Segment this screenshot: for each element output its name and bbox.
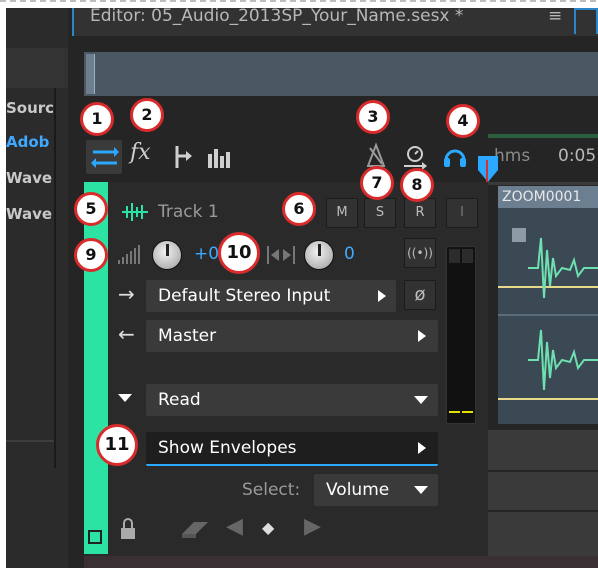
add-keyframe-icon[interactable]: ◆ <box>262 518 274 537</box>
lock-icon[interactable] <box>116 516 142 542</box>
envelopes-chevron-icon <box>418 442 426 454</box>
callout-1: 1 <box>80 102 114 136</box>
callout-4: 4 <box>446 104 480 138</box>
pan-icon <box>267 246 295 264</box>
previous-keyframe-icon[interactable]: ◀ <box>226 514 243 539</box>
callout-8: 8 <box>400 168 434 202</box>
select-chevron-icon <box>414 486 428 494</box>
fx-icon[interactable]: fx <box>130 140 151 165</box>
editor-tab-active[interactable] <box>574 8 598 34</box>
overview-bar[interactable] <box>84 52 598 96</box>
automation-chevron-icon <box>414 396 428 404</box>
panel-menu-icon[interactable]: ≡ <box>548 6 562 26</box>
solo-button[interactable]: S <box>364 198 396 228</box>
file-item-wave-2[interactable]: Wave <box>6 202 54 226</box>
show-envelopes-label: Show Envelopes <box>158 438 297 458</box>
files-panel: Sourc Adob Wave Wave <box>6 8 68 568</box>
waveform-track-icon <box>122 203 148 221</box>
volume-icon <box>118 245 140 264</box>
track-name[interactable]: Track 1 <box>158 202 219 222</box>
volume-knob[interactable] <box>152 240 182 270</box>
broadcast-icon: ((•)) <box>407 246 433 260</box>
mute-button[interactable]: M <box>326 198 358 228</box>
phase-icon: ø <box>414 284 426 305</box>
eraser-icon[interactable] <box>180 518 210 540</box>
callout-3: 3 <box>356 100 390 134</box>
record-arm-button[interactable]: R <box>404 198 436 228</box>
monitor-input-button[interactable]: I <box>446 198 478 228</box>
callout-9: 9 <box>74 238 108 272</box>
callout-6: 6 <box>282 192 316 226</box>
callout-2: 2 <box>130 98 164 132</box>
volume-value[interactable]: +0 <box>194 244 219 264</box>
ruler-divider <box>488 182 598 185</box>
phase-invert-button[interactable]: ø <box>404 280 436 310</box>
eq-icon[interactable] <box>206 146 230 168</box>
input-arrow-icon: → <box>118 282 135 306</box>
callout-10: 10 <box>218 232 260 274</box>
time-tick-label: 0:05 <box>558 146 597 166</box>
waveform-display <box>512 228 598 391</box>
stereo-balance-button[interactable]: ((•)) <box>404 238 436 268</box>
panel-header <box>6 48 68 88</box>
next-track-strip <box>84 556 598 568</box>
envelope-lanes <box>488 430 598 556</box>
editor-tab-title[interactable]: Editor: 05_Audio_2013SP_Your_Name.sesx * <box>90 6 463 26</box>
pan-knob[interactable] <box>304 240 334 270</box>
input-chevron-icon <box>378 290 386 302</box>
file-item-adobe[interactable]: Adob <box>6 130 54 154</box>
file-item-source[interactable]: Sourc <box>6 96 54 120</box>
playhead-icon[interactable] <box>476 154 500 184</box>
automation-mode-value: Read <box>158 390 201 410</box>
callout-5: 5 <box>74 192 108 226</box>
headphones-icon[interactable] <box>442 144 468 168</box>
automation-collapse-icon[interactable] <box>118 394 132 402</box>
swap-io-icon[interactable] <box>90 144 120 170</box>
clip-title[interactable]: ZOOM0001 <box>498 186 598 208</box>
track-level-meter <box>446 246 476 424</box>
output-arrow-icon: ← <box>118 322 135 346</box>
output-value: Master <box>158 326 217 346</box>
callout-7: 7 <box>360 166 394 200</box>
callout-11: 11 <box>96 424 138 466</box>
zoom-navigator[interactable] <box>488 134 598 138</box>
sends-icon[interactable] <box>172 144 194 170</box>
next-keyframe-icon[interactable]: ▶ <box>304 514 321 539</box>
output-chevron-icon <box>418 330 426 342</box>
file-item-wave-1[interactable]: Wave <box>6 166 54 190</box>
select-label: Select: <box>242 480 301 500</box>
timer-icon[interactable] <box>402 142 428 170</box>
overview-handle[interactable] <box>86 54 95 94</box>
input-value: Default Stereo Input <box>158 286 331 306</box>
pan-value[interactable]: 0 <box>344 244 355 264</box>
track-select-checkbox[interactable] <box>88 530 102 544</box>
select-parameter-value: Volume <box>326 480 390 500</box>
